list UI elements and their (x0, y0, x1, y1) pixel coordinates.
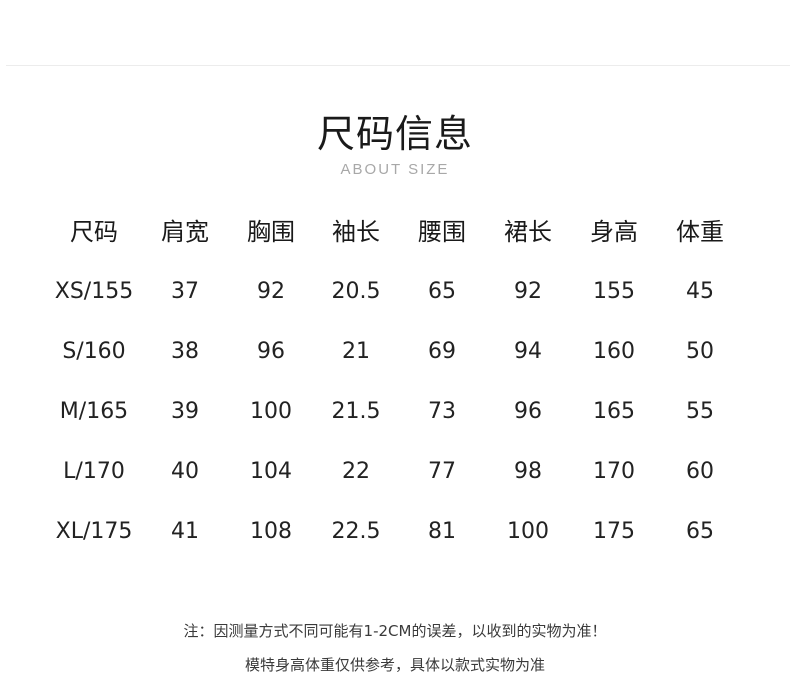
table-cell: 40 (171, 459, 199, 484)
table-row: XL/175 41 108 22.5 81 100 175 65 (0, 502, 790, 562)
table-cell: 39 (171, 399, 199, 424)
table-row: S/160 38 96 21 69 94 160 50 (0, 322, 790, 382)
table-cell: 41 (171, 519, 199, 544)
page-subtitle: ABOUT SIZE (340, 161, 450, 178)
header-size: 尺码 (70, 218, 118, 246)
table-cell: 94 (514, 339, 542, 364)
table-cell: L/170 (63, 459, 125, 484)
table-cell: 170 (593, 459, 635, 484)
header-weight: 体重 (676, 218, 724, 246)
table-header-row: 尺码 肩宽 胸围 袖长 腰围 裙长 身高 体重 (0, 202, 790, 262)
table-cell: 155 (593, 279, 635, 304)
table-cell: 60 (686, 459, 714, 484)
header-shoulder: 肩宽 (161, 218, 209, 246)
table-cell: 21 (342, 339, 370, 364)
table-cell: 98 (514, 459, 542, 484)
table-row: L/170 40 104 22 77 98 170 60 (0, 442, 790, 502)
table-cell: S/160 (62, 339, 126, 364)
measurement-note: 注：因测量方式不同可能有1-2CM的误差，以收到的实物为准！ (183, 622, 607, 640)
table-cell: 65 (686, 519, 714, 544)
table-cell: 55 (686, 399, 714, 424)
table-cell: M/165 (59, 399, 129, 424)
table-cell: 50 (686, 339, 714, 364)
table-cell: 65 (428, 279, 456, 304)
table-cell: 100 (507, 519, 549, 544)
page-title: 尺码信息 (316, 112, 473, 156)
table-cell: 160 (593, 339, 635, 364)
table-cell: 73 (428, 399, 456, 424)
table-cell: 21.5 (331, 399, 381, 424)
table-cell: 92 (514, 279, 542, 304)
header-skirt-length: 裙长 (504, 218, 552, 246)
table-cell: XS/155 (54, 279, 134, 304)
header-waist: 腰围 (418, 218, 466, 246)
table-cell: 20.5 (331, 279, 381, 304)
table-cell: 22.5 (331, 519, 381, 544)
table-cell: 45 (686, 279, 714, 304)
table-cell: 38 (171, 339, 199, 364)
table-cell: 69 (428, 339, 456, 364)
table-cell: 37 (171, 279, 199, 304)
table-cell: 22 (342, 459, 370, 484)
table-cell: 81 (428, 519, 456, 544)
table-row: XS/155 37 92 20.5 65 92 155 45 (0, 262, 790, 322)
size-table: 尺码 肩宽 胸围 袖长 腰围 裙长 身高 体重 XS/155 37 92 20.… (0, 202, 790, 562)
top-divider (6, 65, 790, 66)
table-cell: 96 (514, 399, 542, 424)
header-height: 身高 (590, 218, 638, 246)
model-reference-note: 模特身高体重仅供参考，具体以款式实物为准 (244, 656, 545, 674)
table-cell: 77 (428, 459, 456, 484)
table-cell: XL/175 (55, 519, 133, 544)
table-row: M/165 39 100 21.5 73 96 165 55 (0, 382, 790, 442)
header-sleeve: 袖长 (332, 218, 380, 246)
table-cell: 175 (593, 519, 635, 544)
table-cell: 165 (593, 399, 635, 424)
